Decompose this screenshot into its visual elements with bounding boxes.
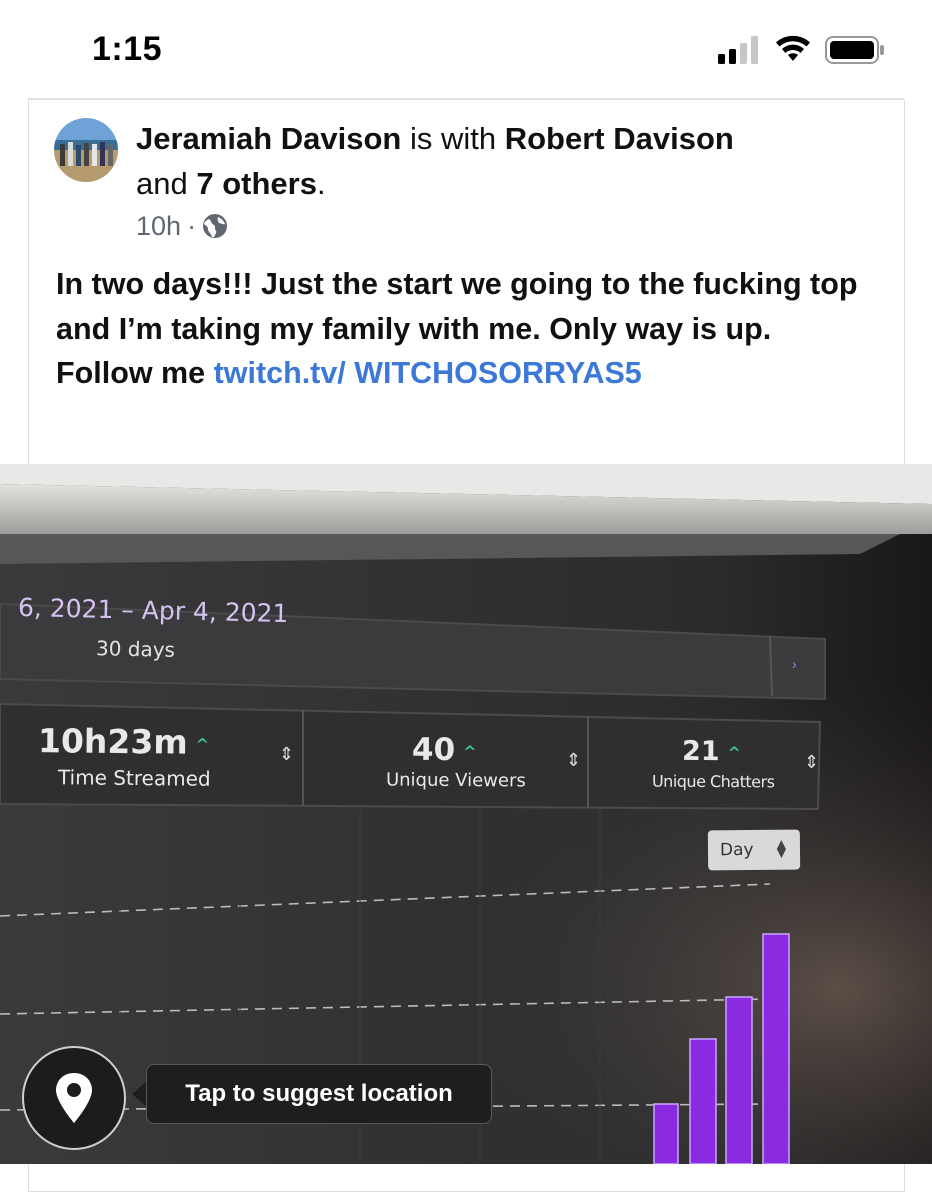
status-bar: 1:15 (0, 0, 932, 100)
date-range: 6, 2021 – Apr 4, 2021 (17, 592, 289, 629)
others-link[interactable]: 7 others (196, 166, 317, 201)
chart-bar (762, 933, 790, 1164)
globe-icon[interactable] (202, 213, 228, 239)
cellular-signal-icon (718, 36, 758, 64)
chart-bar (725, 996, 753, 1164)
days-count: 30 days (95, 636, 176, 662)
twitch-link[interactable]: twitch.tv/ WITCHOSORRYAS5 (214, 356, 642, 390)
stat-unique-chatters-label: Unique Chatters (651, 771, 775, 792)
stat-unique-viewers-value: 40 ^ (411, 731, 477, 769)
chart-bar (689, 1038, 717, 1164)
suggest-location-tooltip[interactable]: Tap to suggest location (146, 1064, 492, 1124)
period: . (316, 166, 326, 201)
battery-icon (825, 36, 884, 64)
sort-icon: ⇕ (279, 744, 295, 764)
sort-icon: ⇕ (804, 752, 820, 772)
post-body: In two days!!! Just the start we going t… (56, 262, 876, 396)
status-time: 1:15 (92, 30, 163, 68)
photo-background (0, 464, 932, 1164)
next-arrow-icon: › (792, 656, 797, 672)
select-chevrons-icon: ▲ ▼ (776, 836, 787, 860)
stat-time-streamed-value: 10h23m ^ (37, 721, 210, 762)
up-arrow-icon: ^ (463, 742, 477, 762)
map-pin-icon (56, 1073, 92, 1123)
author-name[interactable]: Jeramiah Davison (136, 121, 401, 156)
and-text: and (136, 166, 197, 201)
stat-unique-chatters-value: 21 ^ (681, 735, 742, 768)
up-arrow-icon: ^ (727, 743, 742, 763)
post-header: Jeramiah Davison is with Robert Davison … (136, 116, 876, 206)
author-avatar[interactable] (54, 118, 118, 182)
tagged-name[interactable]: Robert Davison (505, 121, 734, 156)
granularity-select: Day ▲ ▼ (707, 829, 801, 871)
location-button[interactable] (22, 1046, 126, 1150)
wifi-icon (776, 35, 810, 61)
post-meta: 10h · (136, 208, 228, 244)
stat-unique-viewers-label: Unique Viewers (385, 769, 526, 792)
post-time[interactable]: 10h (136, 211, 181, 242)
meta-separator: · (187, 210, 197, 241)
granularity-value: Day (719, 840, 754, 861)
post-photo[interactable]: 6, 2021 – Apr 4, 2021 30 days › 10h23m ^ … (0, 464, 932, 1164)
stat-time-streamed-label: Time Streamed (57, 765, 211, 791)
with-text: is with (401, 121, 505, 156)
up-arrow-icon: ^ (195, 734, 210, 754)
sort-icon: ⇕ (566, 750, 582, 770)
chart-bar (653, 1103, 679, 1164)
